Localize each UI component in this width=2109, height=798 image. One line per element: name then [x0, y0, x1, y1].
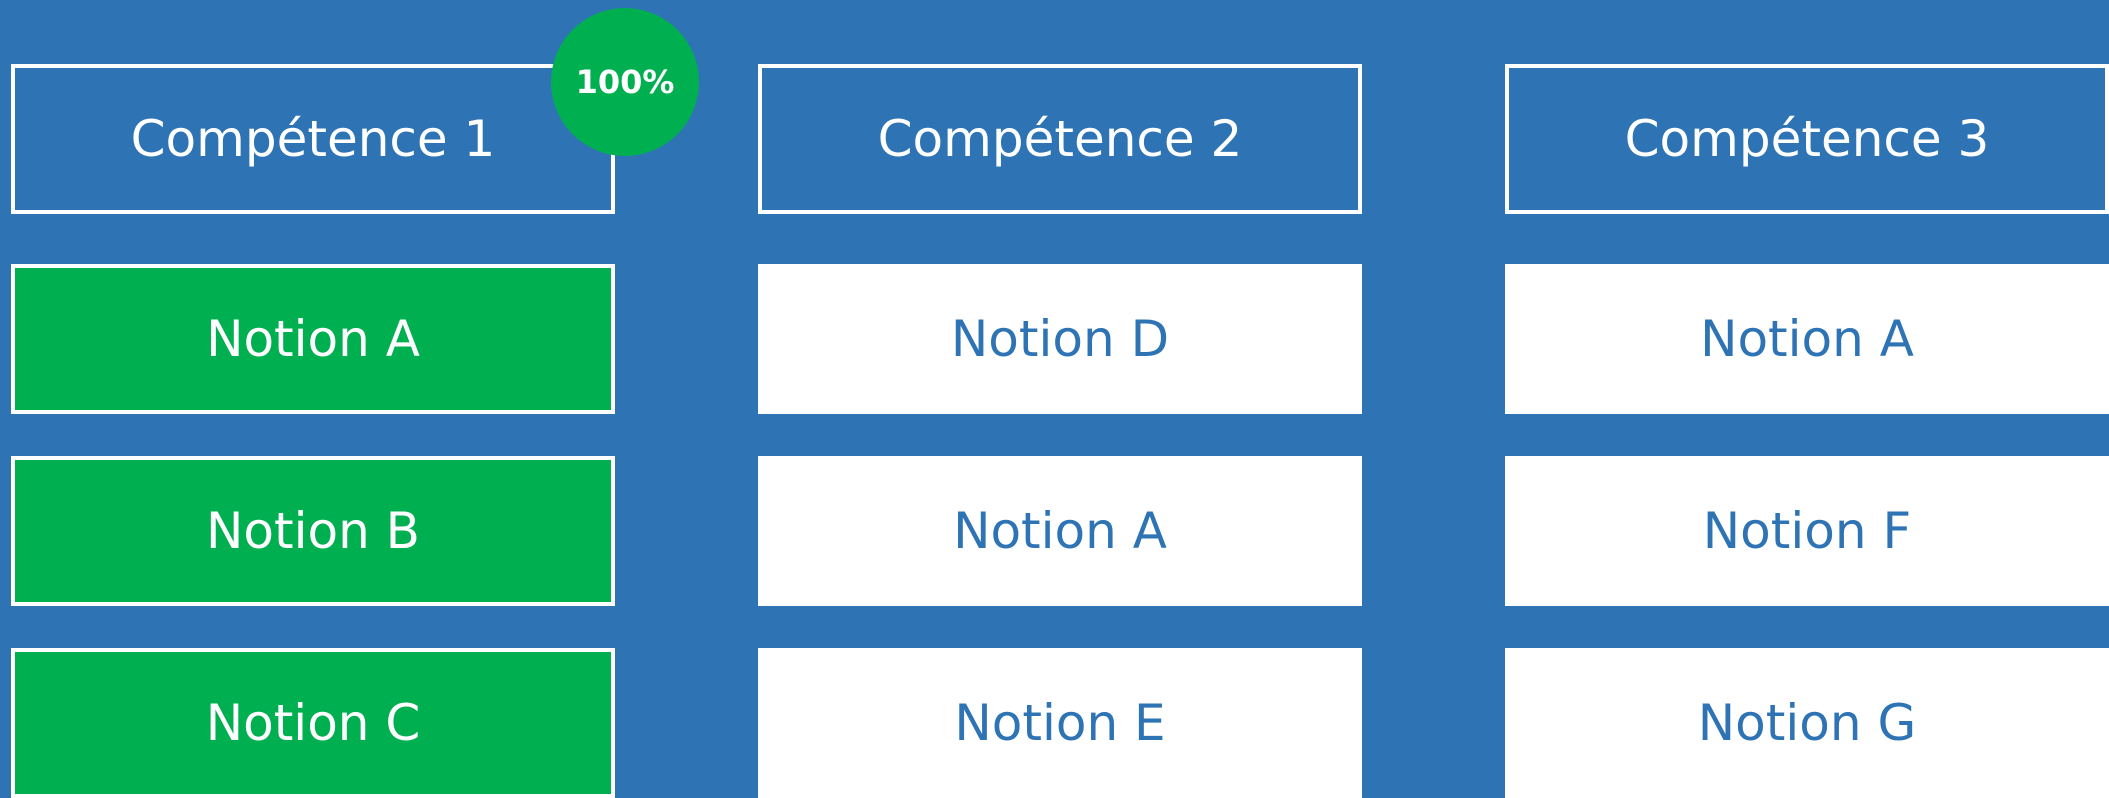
competence-column-1: Compétence 1 100% Notion A Notion B Noti…: [11, 0, 699, 798]
competence-column-2: Compétence 2 Notion D Notion A Notion E: [758, 0, 1362, 798]
notion-card[interactable]: Notion A: [11, 264, 615, 414]
progress-badge: 100%: [551, 8, 699, 156]
notion-card[interactable]: Notion C: [11, 648, 615, 798]
competence-column-3: Compétence 3 Notion A Notion F Notion G: [1505, 0, 2109, 798]
notion-card[interactable]: Notion B: [11, 456, 615, 606]
notion-card[interactable]: Notion A: [758, 456, 1362, 606]
competence-header[interactable]: Compétence 1: [11, 64, 615, 214]
notion-card[interactable]: Notion A: [1505, 264, 2109, 414]
competence-board: { "colors": { "background": "#2e74b5", "…: [0, 0, 2109, 798]
notion-card[interactable]: Notion D: [758, 264, 1362, 414]
notion-card[interactable]: Notion E: [758, 648, 1362, 798]
competence-header[interactable]: Compétence 3: [1505, 64, 2109, 214]
notion-card[interactable]: Notion F: [1505, 456, 2109, 606]
competence-header[interactable]: Compétence 2: [758, 64, 1362, 214]
notion-card[interactable]: Notion G: [1505, 648, 2109, 798]
